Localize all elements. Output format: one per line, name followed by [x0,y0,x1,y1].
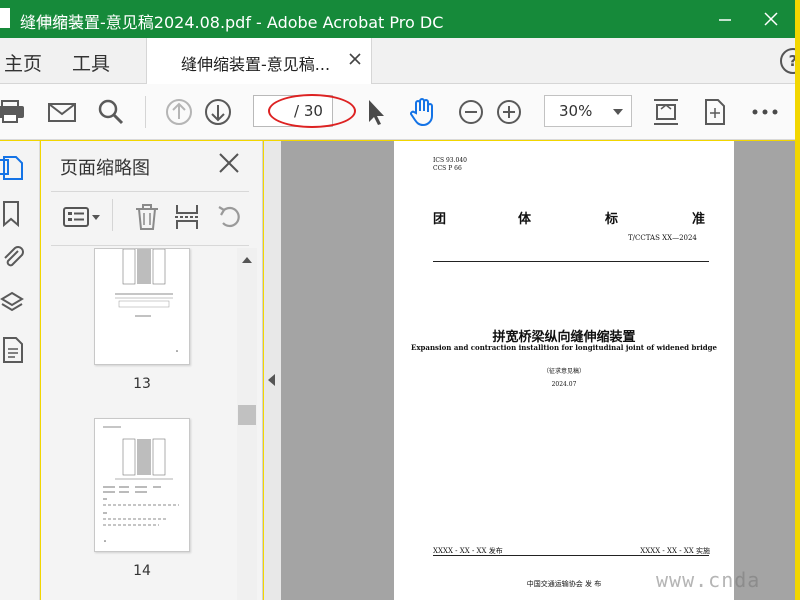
fit-page-icon[interactable] [651,97,681,127]
tab-bar: 主页 工具 缝伸缩装置-意见稿... ? [0,38,800,84]
thumbnail-page-number: 13 [133,376,151,392]
page-down-icon[interactable] [203,97,233,127]
tab-document[interactable]: 缝伸缩装置-意见稿... [146,38,372,84]
standard-char: 标 [605,212,619,227]
standard-code: T/CCTAS XX—2024 [628,234,697,242]
chevron-down-icon [613,109,623,115]
document-properties-icon[interactable] [0,335,28,365]
tab-tools[interactable]: 工具 [72,49,110,76]
search-icon[interactable] [96,97,126,127]
tab-document-label: 缝伸缩装置-意见稿... [181,55,331,74]
window-title: 缝伸缩装置-意见稿2024.08.pdf - Adobe Acrobat Pro… [20,13,444,32]
annotation-oval [268,94,356,128]
zoom-out-icon[interactable] [456,97,486,127]
thumbnail-page-number: 14 [133,563,151,579]
page-thumbnail-image [103,426,179,542]
pane-title: 页面缩略图 [60,158,150,179]
thumbnail-scrollbar[interactable] [237,248,257,600]
title-watermark: 缝伸缩 [38,13,84,31]
scroll-up-icon[interactable] [242,257,252,263]
close-window-button[interactable] [756,0,786,38]
window-frame [795,0,800,600]
zoom-select[interactable]: 30% [544,95,632,127]
rotate-view-icon[interactable] [700,97,730,127]
select-pointer-icon[interactable] [362,97,392,127]
toolbar-divider [145,96,146,128]
standard-char: 体 [518,212,532,227]
minimize-button[interactable] [710,0,740,38]
doc-title-en: Expansion and contraction installtion fo… [411,343,717,352]
pane-divider-2 [51,245,249,246]
title-bar: 缝伸缩装置-意见稿2024.08.pdf - Adobe Acrobat Pro… [0,0,800,38]
hand-tool-icon[interactable] [408,97,438,127]
page-thumbnail[interactable] [94,248,190,365]
page-thumbnail[interactable] [94,418,190,552]
tab-close-button[interactable] [349,50,361,69]
attachment-icon[interactable] [0,243,28,273]
page-up-icon[interactable] [164,97,194,127]
delete-page-icon[interactable] [133,201,161,233]
layers-icon[interactable] [0,289,28,319]
scrollbar-thumb[interactable] [238,405,256,425]
draft-label: （征求意见稿） [542,368,585,375]
main-toolbar: / 30 30% [0,84,800,140]
page-thumbnails-icon[interactable] [0,153,28,183]
thumbnails-pane: 页面缩略图 13 14 [41,141,263,600]
close-icon [764,12,778,26]
page-rule [433,261,709,262]
thumbnail-list: 13 14 [41,248,237,600]
close-pane-button[interactable] [217,151,241,175]
left-rail [0,141,40,600]
page-thumbnail-image [115,248,178,352]
doc-ccs: CCS P 66 [433,165,462,172]
pdf-page[interactable]: ICS 93.040 CCS P 66 团 体 标 准 T/CCTAS XX—2… [394,141,734,600]
page-rule-bottom [433,555,709,556]
print-icon[interactable] [0,97,30,127]
email-icon[interactable] [47,97,77,127]
doc-ics: ICS 93.040 [433,157,467,164]
standard-char: 团 [433,212,447,227]
zoom-value: 30% [559,102,593,120]
rotate-page-icon[interactable] [215,201,245,233]
chevron-left-icon [268,374,275,386]
acrobat-logo-icon [0,8,10,28]
site-watermark: www.cnda [656,568,761,592]
collapse-pane-handle[interactable] [264,141,281,600]
thumbnail-options-icon[interactable] [63,201,103,233]
close-icon [349,53,361,65]
more-icon[interactable] [750,97,780,127]
minimize-icon [719,19,731,21]
zoom-in-icon[interactable] [494,97,524,127]
bookmark-icon[interactable] [0,199,28,229]
tab-home[interactable]: 主页 [4,49,42,76]
standard-char: 准 [692,212,706,227]
pane-toolbar-divider [112,199,113,231]
pane-divider [51,191,249,192]
doc-date: 2024.07 [551,381,577,388]
insert-page-icon[interactable] [173,201,201,233]
